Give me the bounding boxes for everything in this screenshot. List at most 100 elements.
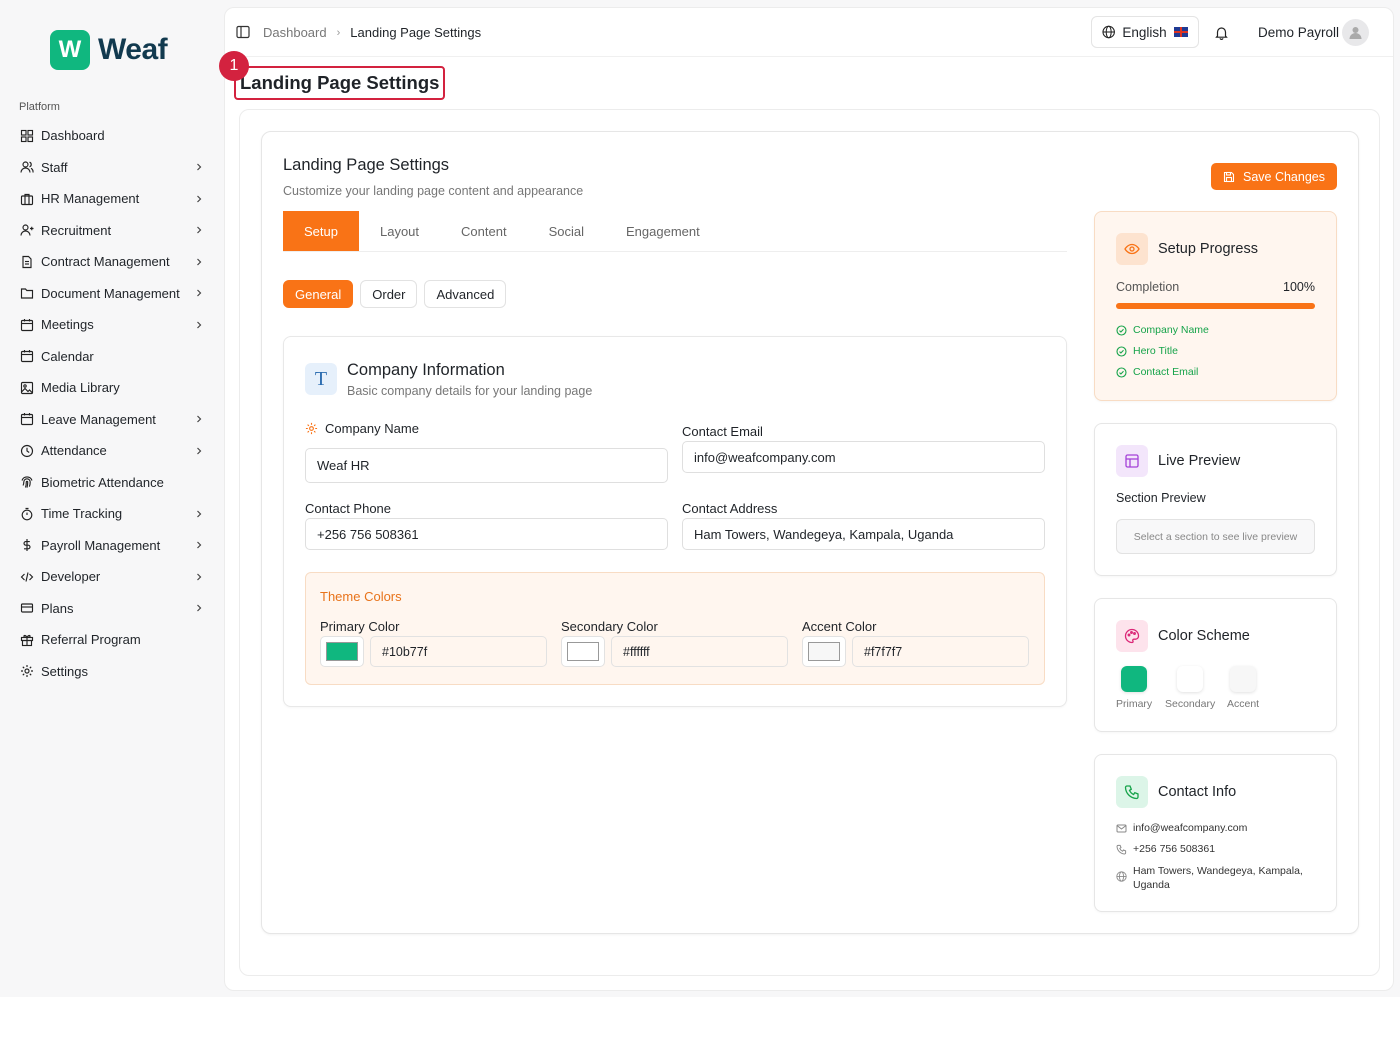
subtab-advanced[interactable]: Advanced [424,280,507,308]
sidebar-item-label: Document Management [41,285,180,301]
sidebar-item-label: Plans [41,600,74,616]
calendar-icon [20,349,34,363]
sidebar-item-document-management[interactable]: Document Management [12,278,212,310]
gift-icon [20,633,34,647]
tab-setup[interactable]: Setup [283,211,359,251]
dollar-icon [20,538,34,552]
company-information-card: T Company Information Basic company deta… [283,336,1067,707]
sidebar-item-media-library[interactable]: Media Library [12,372,212,404]
breadcrumb-dashboard[interactable]: Dashboard [263,25,327,40]
chevron-right-icon [197,289,202,297]
contact-phone-input[interactable]: +256 756 508361 [305,518,668,550]
sidebar-item-payroll-management[interactable]: Payroll Management [12,530,212,562]
eye-icon [1116,233,1148,265]
user-name[interactable]: Demo Payroll [1258,25,1339,40]
accent-color-input[interactable]: #f7f7f7 [852,636,1029,667]
sidebar-item-time-tracking[interactable]: Time Tracking [12,498,212,530]
layout-icon [1116,445,1148,477]
avatar[interactable] [1342,19,1369,46]
briefcase-icon [20,192,34,206]
sidebar-item-biometric-attendance[interactable]: Biometric Attendance [12,467,212,499]
breadcrumb: Dashboard › Landing Page Settings [263,25,481,40]
contact-address-label: Contact Address [682,501,778,516]
sidebar: W Weaf Platform Dashboard Staff HR Managem… [0,0,224,997]
contact-email-input[interactable]: info@weafcompany.com [682,441,1045,473]
contact-email-label: Contact Email [682,424,763,439]
tab-engagement[interactable]: Engagement [605,211,721,251]
secondary-color-group: Secondary Color #ffffff [561,619,788,667]
user-plus-icon [20,223,34,237]
check-item: Contact Email [1116,366,1198,378]
sidebar-item-label: HR Management [41,191,140,207]
sidebar-item-label: Developer [41,569,101,585]
sidebar-item-label: Meetings [41,317,94,333]
accent-color-picker[interactable] [802,636,846,667]
save-icon [1223,171,1235,182]
live-preview-card: Live Preview Section Preview Select a se… [1094,423,1337,576]
company-name-input[interactable]: Weaf HR [305,448,668,483]
sidebar-item-contract-management[interactable]: Contract Management [12,246,212,278]
save-changes-button[interactable]: Save Changes [1211,163,1337,190]
primary-color-swatch [326,642,358,661]
sidebar-item-attendance[interactable]: Attendance [12,435,212,467]
subtab-order[interactable]: Order [360,280,418,308]
section-preview-box: Select a section to see live preview [1116,519,1315,554]
primary-color-picker[interactable] [320,636,364,667]
chevron-right-icon [197,195,202,203]
logo-text: Weaf [98,33,168,66]
tab-layout[interactable]: Layout [359,211,440,251]
completion-label: Completion [1116,280,1180,294]
sidebar-item-calendar[interactable]: Calendar [12,341,212,373]
sidebar-item-leave-management[interactable]: Leave Management [12,404,212,436]
card-title: Company Information [347,361,505,379]
sidebar-item-referral-program[interactable]: Referral Program [12,624,212,656]
calendar-icon [20,412,34,426]
sidebar-item-label: Media Library [41,380,120,396]
bell-icon[interactable] [1214,25,1229,40]
sidebar-item-dashboard[interactable]: Dashboard [12,120,212,152]
contact-address-input[interactable]: Ham Towers, Wandegeya, Kampala, Uganda [682,518,1045,550]
sidebar-item-label: Dashboard [41,128,105,144]
brand-logo[interactable]: W Weaf [50,30,168,70]
subtab-general[interactable]: General [283,280,354,308]
palette-icon [1116,620,1148,652]
save-changes-label: Save Changes [1242,169,1325,184]
text-type-icon: T [305,363,337,395]
tab-bar: Setup Layout Content Social Engagement [283,211,1067,252]
sidebar-item-label: Payroll Management [41,537,161,553]
sidebar-item-developer[interactable]: Developer [12,561,212,593]
mail-icon [1116,824,1127,833]
sidebar-toggle-icon[interactable] [236,25,250,39]
scheme-swatch [1177,666,1204,692]
company-name-label-text: Company Name [325,421,419,436]
main-content: Dashboard › Landing Page Settings Englis… [219,7,1394,991]
secondary-color-input[interactable]: #ffffff [611,636,788,667]
folder-icon [20,286,34,300]
contact-phone-label: Contact Phone [305,501,392,516]
sidebar-item-hr-management[interactable]: HR Management [12,183,212,215]
live-preview-title: Live Preview [1158,453,1241,469]
contact-info-phone-text: +256 756 508361 [1133,843,1216,855]
secondary-color-picker[interactable] [561,636,605,667]
tab-social[interactable]: Social [528,211,605,251]
subtab-bar: General Order Advanced [283,280,507,308]
language-selector[interactable]: English [1091,16,1199,48]
secondary-color-label: Secondary Color [561,619,658,634]
chevron-right-icon [197,510,202,518]
phone-icon [1116,776,1148,808]
scheme-secondary: Secondary [1165,666,1215,710]
scheme-swatch [1230,666,1257,692]
sidebar-item-recruitment[interactable]: Recruitment [12,215,212,247]
tab-content[interactable]: Content [440,211,528,251]
primary-color-label: Primary Color [320,619,400,634]
credit-card-icon [20,601,34,615]
accent-color-group: Accent Color #f7f7f7 [802,619,1029,667]
scheme-label: Primary [1116,698,1153,710]
sidebar-item-plans[interactable]: Plans [12,593,212,625]
sidebar-item-settings[interactable]: Settings [12,656,212,688]
sidebar-item-staff[interactable]: Staff [12,152,212,184]
chevron-right-icon [197,226,202,234]
sidebar-item-meetings[interactable]: Meetings [12,309,212,341]
primary-color-input[interactable]: #10b77f [370,636,547,667]
timer-icon [20,507,34,521]
